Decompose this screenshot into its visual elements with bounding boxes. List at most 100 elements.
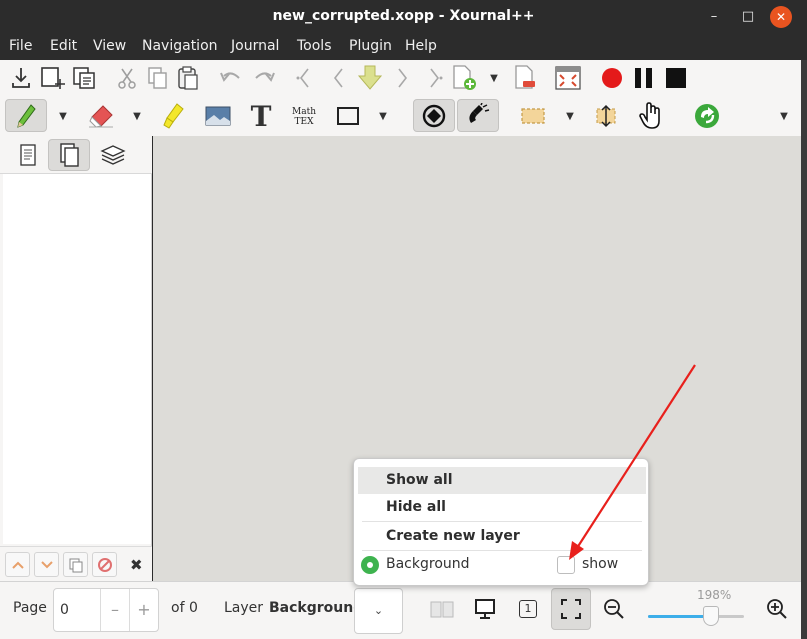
grid-snap-icon[interactable] (457, 99, 499, 132)
sidebar-tabs (0, 136, 152, 174)
layer-radio-selected[interactable] (361, 556, 379, 574)
pages-icon[interactable] (48, 139, 90, 171)
zoom-fit-icon[interactable] (551, 588, 591, 630)
toolbar-overflow-icon[interactable]: ▼ (777, 109, 791, 123)
menu-bar: File Edit View Navigation Journal Tools … (0, 34, 807, 60)
new-page-icon[interactable] (39, 64, 67, 92)
page-label: Page (13, 600, 47, 616)
menu-plugin[interactable]: Plugin (349, 38, 392, 54)
window-title: new_corrupted.xopp - Xournal++ (272, 8, 535, 24)
layer-row-background[interactable]: Background show (358, 552, 646, 578)
two-pages-icon[interactable] (424, 592, 460, 626)
next-page-icon[interactable] (390, 64, 414, 92)
single-page-number: 1 (519, 600, 537, 618)
insert-page-icon[interactable] (450, 63, 478, 93)
eraser-icon[interactable] (86, 101, 116, 131)
copy-layer-icon[interactable] (63, 552, 88, 577)
layer-value: Background (269, 600, 364, 616)
page-increment-button[interactable]: + (129, 589, 158, 631)
close-button[interactable]: ✕ (770, 6, 792, 28)
image-icon[interactable] (204, 103, 232, 129)
pen-dropdown-icon[interactable]: ▼ (56, 109, 70, 123)
popover-separator (362, 550, 642, 551)
save-icon[interactable] (8, 64, 34, 92)
previous-page-icon[interactable] (327, 64, 351, 92)
menu-navigation[interactable]: Navigation (142, 38, 218, 54)
vertical-space-icon[interactable] (592, 101, 620, 131)
math-tex-icon[interactable]: Math TEX (290, 102, 318, 132)
eraser-dropdown-icon[interactable]: ▼ (130, 109, 144, 123)
pen-icon[interactable] (5, 99, 47, 132)
layers-icon[interactable] (98, 140, 128, 170)
presentation-icon[interactable] (467, 592, 503, 626)
show-all-item[interactable]: Show all (358, 467, 646, 494)
status-bar: Page – + of 0 Layer Background ⌄ 1 198% (0, 581, 801, 639)
page-preview-icon[interactable] (14, 140, 42, 170)
tex-label: TEX (294, 117, 314, 127)
hand-icon[interactable] (636, 100, 666, 132)
sidebar: ✖ (0, 136, 152, 581)
fullscreen-icon[interactable] (554, 64, 582, 92)
hide-all-item[interactable]: Hide all (358, 494, 646, 521)
popover-separator (362, 521, 642, 522)
undo-icon[interactable] (218, 65, 244, 91)
cut-icon[interactable] (115, 64, 139, 92)
rotation-snap-icon[interactable] (413, 99, 455, 132)
menu-file[interactable]: File (9, 38, 32, 54)
page-count-label: of 0 (171, 600, 198, 616)
paste-icon[interactable] (175, 64, 201, 92)
page-spinner: – + (53, 588, 159, 632)
zoom-slider-fill (648, 615, 712, 618)
first-page-icon[interactable] (293, 64, 317, 92)
create-new-layer-item[interactable]: Create new layer (358, 523, 646, 550)
insert-page-dropdown-icon[interactable]: ▼ (487, 71, 501, 85)
math-label: Math (292, 107, 316, 117)
zoom-in-icon[interactable] (759, 592, 795, 626)
move-up-icon[interactable] (5, 552, 30, 577)
layer-show-label: show (582, 556, 619, 572)
last-page-icon[interactable] (422, 64, 446, 92)
sidebar-page-list[interactable] (3, 174, 151, 544)
delete-page-icon[interactable] (512, 63, 538, 93)
layer-name: Background (386, 556, 470, 572)
text-icon[interactable]: T (247, 100, 275, 133)
delete-layer-icon[interactable] (92, 552, 117, 577)
menu-journal[interactable]: Journal (231, 38, 279, 54)
rectangle-icon[interactable] (334, 103, 362, 129)
copy-pages-icon[interactable] (70, 64, 98, 92)
redo-icon[interactable] (251, 65, 277, 91)
menu-help[interactable]: Help (405, 38, 437, 54)
layer-show-checkbox[interactable] (557, 556, 575, 574)
copy-icon[interactable] (145, 64, 169, 92)
pause-icon[interactable] (632, 66, 656, 90)
menu-view[interactable]: View (93, 38, 126, 54)
layer-popover: Show all Hide all Create new layer Backg… (353, 458, 649, 586)
page-input[interactable] (60, 600, 100, 620)
maximize-button[interactable]: □ (737, 6, 759, 28)
zoom-slider-handle[interactable] (703, 606, 720, 626)
refresh-icon[interactable] (692, 101, 722, 131)
zoom-slider[interactable] (648, 615, 744, 618)
shape-dropdown-icon[interactable]: ▼ (376, 109, 390, 123)
minimize-button[interactable]: – (703, 6, 725, 28)
menu-edit[interactable]: Edit (50, 38, 77, 54)
move-down-icon[interactable] (34, 552, 59, 577)
layer-label: Layer (224, 600, 264, 616)
select-rect-icon[interactable] (518, 103, 548, 129)
main-toolbar: ▼ (0, 60, 807, 96)
select-dropdown-icon[interactable]: ▼ (563, 109, 577, 123)
window-edge (801, 60, 807, 639)
sidebar-layer-controls: ✖ (0, 546, 152, 581)
menu-tools[interactable]: Tools (297, 38, 332, 54)
goto-page-icon[interactable] (355, 63, 385, 93)
stop-icon[interactable] (664, 66, 688, 90)
page-decrement-button[interactable]: – (100, 589, 129, 631)
zoom-out-icon[interactable] (596, 592, 632, 626)
single-page-icon[interactable]: 1 (510, 592, 546, 626)
title-bar: new_corrupted.xopp - Xournal++ – □ ✕ (0, 0, 807, 34)
close-sidebar-icon[interactable]: ✖ (130, 556, 143, 574)
layer-dropdown-button[interactable]: ⌄ (354, 588, 403, 634)
zoom-value: 198% (697, 588, 732, 602)
record-icon[interactable] (600, 66, 624, 90)
highlighter-icon[interactable] (160, 101, 188, 131)
